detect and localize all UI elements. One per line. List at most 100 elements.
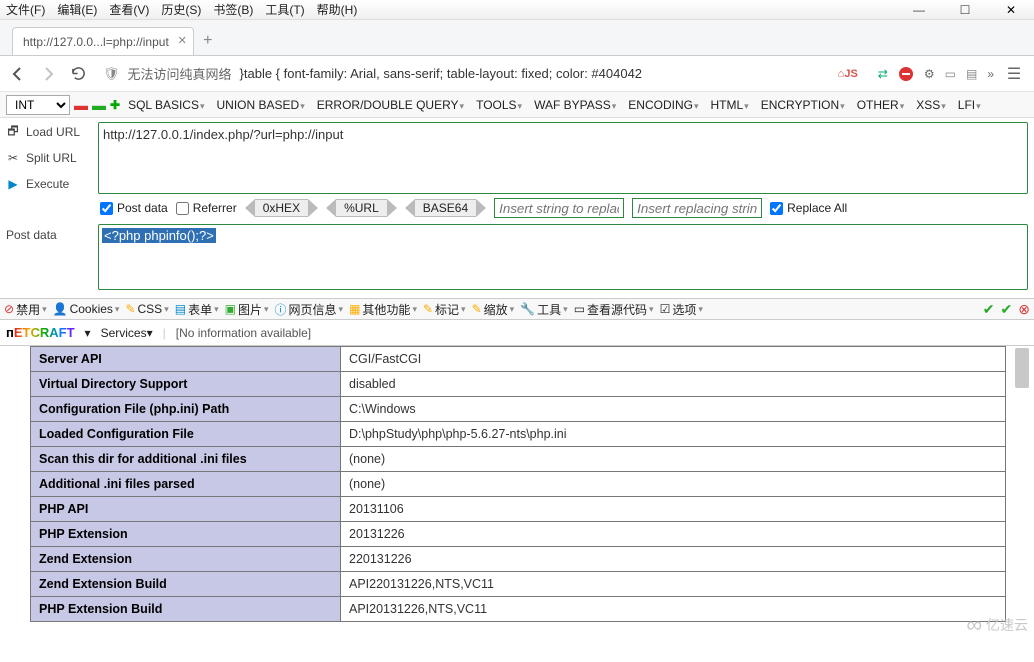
menu-edit[interactable]: 编辑(E) — [57, 1, 97, 18]
replace-all-checkbox[interactable]: Replace All — [770, 201, 847, 215]
reload-button[interactable] — [66, 62, 90, 86]
hb-toggle-red[interactable]: ▬ — [74, 97, 88, 113]
app-menu-button[interactable]: ☰ — [1000, 60, 1028, 88]
table-row: Additional .ini files parsed(none) — [31, 472, 1006, 497]
hb-lfi[interactable]: LFI▾ — [954, 96, 985, 114]
netcraft-services[interactable]: Services▾ — [101, 326, 153, 340]
back-button[interactable] — [6, 62, 30, 86]
table-row: Scan this dir for additional .ini files(… — [31, 447, 1006, 472]
execute-button[interactable]: ▶Execute — [6, 174, 92, 194]
insert-replace-input[interactable] — [632, 198, 762, 218]
wd-images[interactable]: ▣图片▾ — [225, 301, 269, 318]
images-icon: ▣ — [225, 302, 236, 316]
hb-add-icon[interactable]: ✚ — [110, 98, 120, 112]
browser-toolbar: 🛡 无法访问纯真网络 }table { font-family: Arial, … — [0, 56, 1034, 92]
wd-close-icon[interactable]: ⊗ — [1018, 301, 1030, 318]
watermark: ∞亿速云 — [966, 612, 1028, 638]
hb-encrypt[interactable]: ENCRYPTION▾ — [757, 96, 849, 114]
hb-other[interactable]: OTHER▾ — [853, 96, 909, 114]
ext-swap-icon[interactable]: ⇄ — [878, 67, 888, 81]
tab-title: http://127.0.0...l=php://input — [23, 35, 169, 49]
menu-help[interactable]: 帮助(H) — [317, 1, 358, 18]
url-input[interactable]: 🛡 无法访问纯真网络 }table { font-family: Arial, … — [96, 61, 832, 87]
execute-icon: ▶ — [6, 177, 20, 191]
hb-toggle-green[interactable]: ▬ — [92, 97, 106, 113]
referrer-checkbox[interactable]: Referrer — [176, 201, 237, 215]
table-row: PHP Extension BuildAPI20131226,NTS,VC11 — [31, 597, 1006, 622]
ext-page-icon[interactable]: ▤ — [966, 67, 977, 81]
php-value: (none) — [341, 472, 1006, 497]
ext-noscript-icon[interactable] — [898, 66, 914, 82]
php-value: C:\Windows — [341, 397, 1006, 422]
hb-xss[interactable]: XSS▾ — [912, 96, 950, 114]
wd-css[interactable]: ✎CSS▾ — [125, 302, 168, 316]
cookies-icon: 👤 — [53, 302, 68, 316]
tag-url[interactable]: %URL — [326, 199, 397, 217]
hackbar-body: 🗗Load URL ✂Split URL ▶Execute http://127… — [0, 118, 1034, 194]
hackbar-url-textarea[interactable]: http://127.0.0.1/index.php/?url=php://in… — [98, 122, 1028, 194]
wd-misc[interactable]: ▦其他功能▾ — [349, 301, 417, 318]
zoom-icon: ✎ — [472, 302, 482, 316]
page-content: Server APICGI/FastCGIVirtual Directory S… — [0, 346, 1034, 644]
wd-info[interactable]: ⓘ网页信息▾ — [275, 301, 344, 318]
php-value: (none) — [341, 447, 1006, 472]
wd-tools[interactable]: 🔧工具▾ — [520, 301, 568, 318]
hb-union[interactable]: UNION BASED▾ — [213, 96, 309, 114]
php-key: Configuration File (php.ini) Path — [31, 397, 341, 422]
menu-tools[interactable]: 工具(T) — [265, 1, 304, 18]
php-value: disabled — [341, 372, 1006, 397]
post-data-textarea[interactable]: <?php phpinfo();?> — [98, 224, 1028, 290]
wd-check2-icon[interactable]: ✔ — [1001, 301, 1013, 318]
scrollbar-thumb[interactable] — [1015, 348, 1029, 388]
hb-sql-basics[interactable]: SQL BASICS▾ — [124, 96, 208, 114]
ext-home-js[interactable]: ⌂JS — [838, 68, 858, 80]
wd-source[interactable]: ▭查看源代码▾ — [574, 301, 654, 318]
menu-bookmarks[interactable]: 书签(B) — [213, 1, 253, 18]
ext-note-icon[interactable]: ▭ — [945, 67, 956, 81]
window-maximize[interactable]: ☐ — [942, 0, 988, 20]
forward-button[interactable] — [36, 62, 60, 86]
tab-close-icon[interactable]: ✕ — [178, 34, 187, 47]
tag-0xhex[interactable]: 0xHEX — [245, 199, 318, 217]
options-icon: ☑ — [660, 302, 671, 316]
insert-find-input[interactable] — [494, 198, 624, 218]
menu-history[interactable]: 历史(S) — [161, 1, 201, 18]
php-key: Loaded Configuration File — [31, 422, 341, 447]
tag-base64[interactable]: BASE64 — [405, 199, 486, 217]
netcraft-dd[interactable]: ▾ — [85, 326, 91, 340]
hb-enc[interactable]: ENCODING▾ — [624, 96, 702, 114]
browser-tab[interactable]: http://127.0.0...l=php://input ✕ — [12, 27, 194, 55]
wd-disable[interactable]: ⊘禁用▾ — [4, 301, 47, 318]
php-key: Zend Extension — [31, 547, 341, 572]
menu-view[interactable]: 查看(V) — [109, 1, 149, 18]
php-value: 20131226 — [341, 522, 1006, 547]
hb-tools[interactable]: TOOLS▾ — [472, 96, 526, 114]
php-value: CGI/FastCGI — [341, 347, 1006, 372]
hb-html[interactable]: HTML▾ — [707, 96, 753, 114]
hb-error[interactable]: ERROR/DOUBLE QUERY▾ — [313, 96, 468, 114]
wd-forms[interactable]: ▤表单▾ — [175, 301, 219, 318]
new-tab-button[interactable]: + — [194, 27, 222, 55]
table-row: Server APICGI/FastCGI — [31, 347, 1006, 372]
netcraft-logo: ᴨETCRAFT — [6, 325, 75, 340]
hb-waf[interactable]: WAF BYPASS▾ — [530, 96, 620, 114]
split-url-button[interactable]: ✂Split URL — [6, 148, 92, 168]
window-close[interactable]: ✕ — [988, 0, 1034, 20]
load-icon: 🗗 — [6, 125, 20, 139]
wd-mark[interactable]: ✎标记▾ — [423, 301, 466, 318]
menu-file[interactable]: 文件(F) — [6, 1, 45, 18]
php-key: Scan this dir for additional .ini files — [31, 447, 341, 472]
window-minimize[interactable]: — — [896, 0, 942, 20]
wd-zoom[interactable]: ✎缩放▾ — [472, 301, 515, 318]
wd-cookies[interactable]: 👤Cookies▾ — [53, 302, 120, 316]
post-data-row: Post data <?php phpinfo();?> — [0, 222, 1034, 298]
load-url-button[interactable]: 🗗Load URL — [6, 122, 92, 142]
wd-check1-icon[interactable]: ✔ — [983, 301, 995, 318]
php-key: PHP Extension Build — [31, 597, 341, 622]
ext-gear-icon[interactable]: ⚙ — [924, 67, 935, 81]
post-data-checkbox[interactable]: Post data — [100, 201, 168, 215]
wd-options[interactable]: ☑选项▾ — [660, 301, 703, 318]
ext-overflow-icon[interactable]: » — [987, 67, 994, 81]
hackbar-db-selector[interactable]: INT — [6, 95, 70, 115]
php-key: Server API — [31, 347, 341, 372]
